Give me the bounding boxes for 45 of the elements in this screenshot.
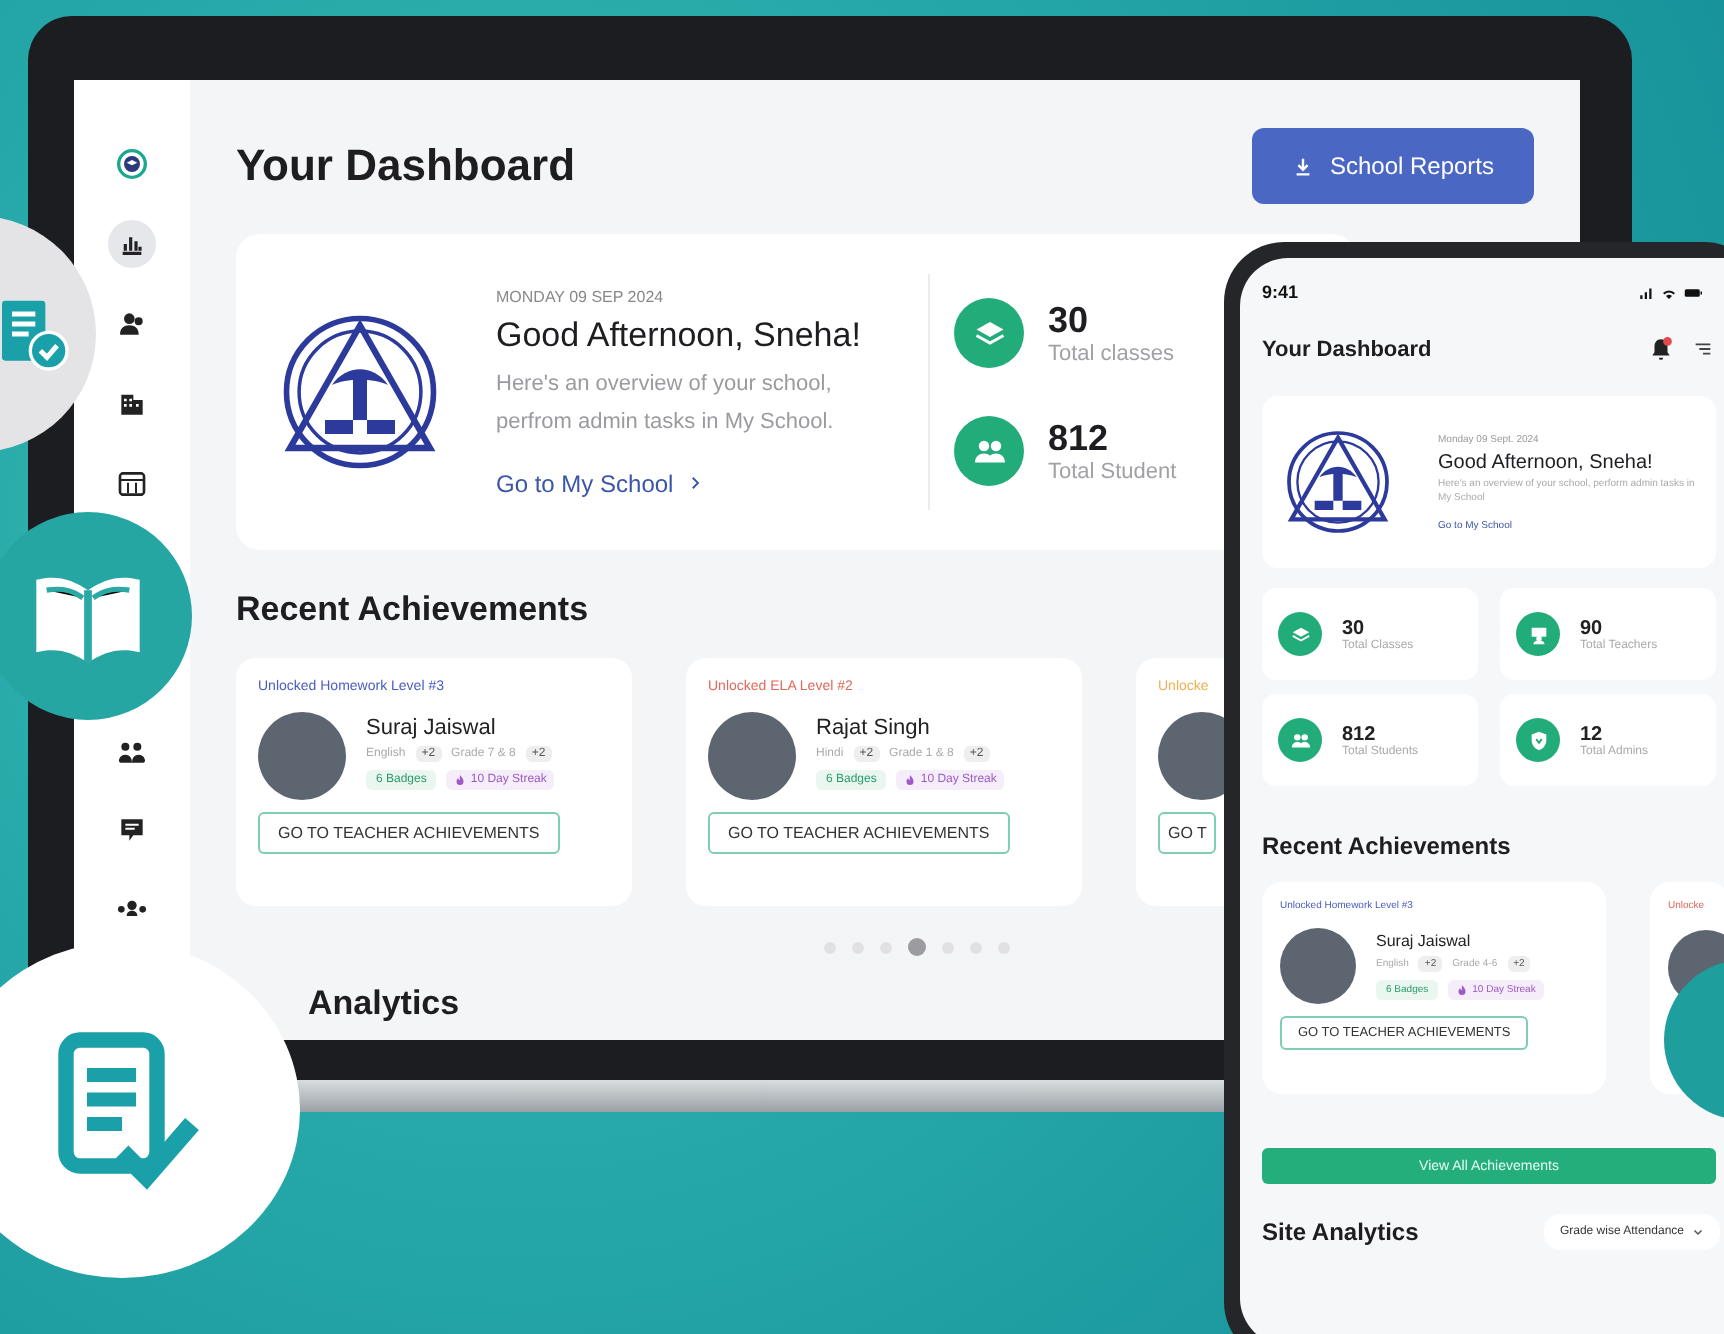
flame-icon: [1456, 984, 1469, 996]
photo-placeholder: [258, 712, 346, 800]
page-title: Your Dashboard: [1262, 337, 1434, 361]
stat-value: 12: [1580, 723, 1605, 745]
caret-icon: [1692, 1226, 1704, 1238]
stat-value: 30: [1048, 300, 1091, 342]
flame-icon: [904, 774, 917, 786]
signal-icon: [1638, 283, 1656, 301]
stat-value: 812: [1048, 418, 1111, 460]
stat-label: Total classes: [1048, 342, 1174, 366]
greeting-text: Good Afternoon, Sneha!: [1438, 451, 1655, 473]
section-title: Recent Achievements: [1262, 832, 1513, 860]
menu-icon[interactable]: [1692, 338, 1714, 360]
flame-icon: [454, 774, 467, 786]
go-to-school-link[interactable]: Go to My School: [496, 469, 896, 497]
stat-value: 90: [1580, 617, 1605, 639]
battery-icon: [1682, 283, 1704, 301]
teacher-achievements-button[interactable]: GO TO TEACHER ACHIEVEMENTS: [258, 812, 560, 854]
pager-dot[interactable]: [908, 938, 926, 956]
section-title: Recent Achievements: [236, 590, 589, 630]
shield-icon: [1527, 729, 1549, 751]
clock-text: 9:41: [1262, 282, 1299, 302]
school-reports-button[interactable]: School Reports: [1252, 128, 1534, 204]
section-title: Site Analytics: [1262, 1218, 1419, 1246]
photo-placeholder: [708, 712, 796, 800]
section-title: Analytics: [308, 984, 460, 1024]
stat-value: 30: [1342, 617, 1367, 639]
school-logo: [1282, 426, 1394, 538]
teacher-achievements-button[interactable]: GO T: [1158, 812, 1217, 854]
stat-label: Total Student: [1048, 460, 1177, 484]
bell-icon[interactable]: [1648, 336, 1674, 362]
date-text: MONDAY 09 SEP 2024: [496, 287, 666, 305]
page-title: Your Dashboard: [236, 140, 576, 192]
download-icon: [1291, 155, 1314, 177]
stat-value: 812: [1342, 723, 1378, 745]
layers-icon: [1289, 623, 1311, 645]
greeting-text: Good Afternoon, Sneha!: [496, 315, 863, 355]
teacher-name: Suraj Jaiswal: [1376, 932, 1473, 950]
teacher-name: Suraj Jaiswal: [366, 716, 498, 740]
chart-icon[interactable]: [108, 220, 156, 268]
photo-placeholder: [1280, 928, 1356, 1004]
teacher-name: Rajat Singh: [816, 716, 932, 740]
overview-text: Here's an overview of your school, perfrom admin tasks in My School.: [496, 369, 836, 437]
people-icon: [1289, 729, 1311, 751]
teacher-achievements-button[interactable]: GO TO TEACHER ACHIEVEMENTS: [708, 812, 1010, 854]
